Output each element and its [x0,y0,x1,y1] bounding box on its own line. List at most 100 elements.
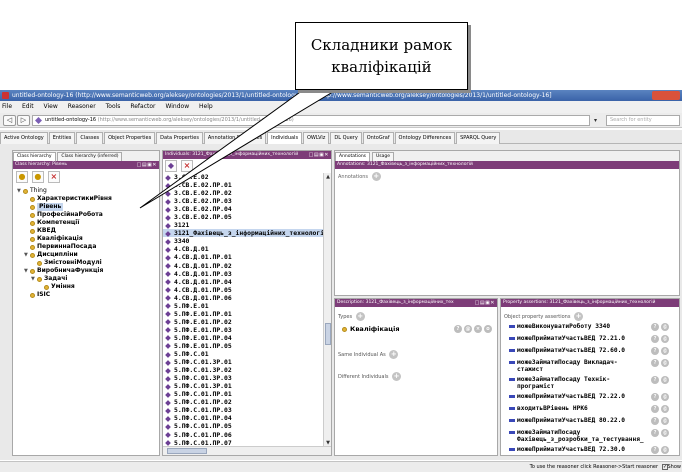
help-icon[interactable]: ? [454,325,462,333]
menu-refactor[interactable]: Refactor [130,103,155,110]
delete-individual-icon[interactable]: × [180,160,193,172]
individual-list-item[interactable]: 5.ПФ.С.01.ЗР.01 [163,382,323,390]
class-tree-item[interactable]: Компетенції [13,219,159,227]
help-icon[interactable]: ? [651,359,659,367]
individual-list-item[interactable]: 3121_Фахівець_з_інформаційних_технологій [163,229,323,238]
class-tree-item[interactable]: ISIC [13,291,159,299]
type-assertion[interactable]: Кваліфікація ? @ × o [341,325,495,334]
individual-list-item[interactable]: 5.ПФ.С.01.ПР.03 [163,406,323,414]
individual-list-item[interactable]: 3340 [163,237,323,245]
add-subclass-icon[interactable]: ● [16,171,28,183]
individual-list-item[interactable]: 5.ПФ.С.01.ПР.06 [163,431,323,439]
tab-usage[interactable]: Usage [371,152,394,161]
object-property-assertion[interactable]: можеЗайматиПосаду Фахівець_з_розробки_та… [509,429,669,443]
individual-list-item[interactable]: 4.СВ.Д.01.ПР.06 [163,294,323,302]
annotate-icon[interactable]: @ [661,323,669,331]
tab-dl-query[interactable]: DL Query [330,132,362,144]
individual-list-item[interactable]: 5.ПФ.С.01.ЗР.02 [163,366,323,374]
individual-list-item[interactable]: 3.СВ.Е.02.ПР.02 [163,189,323,197]
individual-list-item[interactable]: 5.ПФ.Е.01.ПР.03 [163,326,323,334]
individual-list-item[interactable]: 3.СВ.Е.02 [163,173,323,181]
object-property-assertion[interactable]: можеПрийматиУчастьВЕД 72.60.0? @ [509,347,669,355]
individual-list-item[interactable]: 5.ПФ.Е.01.ПР.01 [163,310,323,318]
chevron-down-icon[interactable]: ▾ [594,115,603,126]
tab-owlviz[interactable]: OWLViz [302,132,330,144]
expand-arrow-icon[interactable]: ▼ [31,275,35,283]
delete-class-icon[interactable]: × [47,171,60,183]
individual-list-item[interactable]: 5.ПФ.С.01.ПР.05 [163,422,323,430]
individual-list-item[interactable]: 5.ПФ.Е.01 [163,302,323,310]
menu-help[interactable]: Help [199,103,213,110]
class-tree-item[interactable]: ▼ Задачі [13,275,159,283]
class-tree-item[interactable]: ЗмістовніМодулі [13,259,159,267]
individual-list-item[interactable]: 4.СВ.Д.01.ПР.01 [163,253,323,261]
individual-list-item[interactable]: 5.ПФ.Е.01.ПР.05 [163,342,323,350]
object-property-assertion[interactable]: можеЗайматиПосаду Технік- програміст? @ [509,376,669,390]
individual-list-item[interactable]: 3121 [163,221,323,229]
help-icon[interactable]: ? [651,335,659,343]
add-individual-icon[interactable]: ◆ [165,160,177,172]
add-different-individual-icon[interactable]: + [392,372,402,381]
individual-list-item[interactable]: 3.СВ.Е.02.ПР.03 [163,197,323,205]
tab-annotations[interactable]: Annotations [335,152,371,161]
annotate-icon[interactable]: @ [661,376,669,384]
menu-edit[interactable]: Edit [22,103,34,110]
tab-ontology-differences[interactable]: Ontology Differences [394,132,456,144]
individuals-vscrollbar[interactable]: ▲ ▼ [323,173,331,447]
back-button[interactable]: ◁ [3,115,16,126]
delete-type-icon[interactable]: × [474,325,482,333]
help-icon[interactable]: ? [651,323,659,331]
individual-list-item[interactable]: 3.СВ.Е.02.ПР.01 [163,181,323,189]
class-tree-item[interactable]: Рівень [13,203,159,211]
help-icon[interactable]: ? [651,429,659,437]
menu-tools[interactable]: Tools [106,103,121,110]
individual-list-item[interactable]: 5.ПФ.Е.01.ПР.04 [163,334,323,342]
annotate-icon[interactable]: @ [464,325,472,333]
help-icon[interactable]: ? [651,376,659,384]
class-tree-item[interactable]: ПервиннаПосада [13,243,159,251]
individual-list-item[interactable]: 4.СВ.Д.01.ПР.03 [163,270,323,278]
annotate-icon[interactable]: @ [661,359,669,367]
tab-ontograf[interactable]: OntoGraf [362,132,394,144]
class-tree-item[interactable]: ▼ Thing [13,187,159,195]
individual-list-item[interactable]: 5.ПФ.С.01.ПР.04 [163,414,323,422]
tab-class-hierarchy[interactable]: Class hierarchy [13,152,56,161]
class-tree-item[interactable]: Уміння [13,283,159,291]
individuals-hscrollbar[interactable] [163,446,331,455]
tab-active-ontology[interactable]: Active Ontology [0,132,48,144]
tab-annotation-properties[interactable]: Annotation Properties [203,132,267,144]
menu-reasoner[interactable]: Reasoner [68,103,96,110]
object-property-assertion[interactable]: можеВиконуватиРоботу 3340? @ [509,323,669,331]
view-controls[interactable]: □▤▣✕ [137,162,157,168]
expand-arrow-icon[interactable]: ▼ [24,267,28,275]
annotate-icon[interactable]: @ [661,405,669,413]
view-controls[interactable]: □▤▣✕ [309,152,329,158]
individual-list-item[interactable]: 5.ПФ.С.01 [163,350,323,358]
individual-list-item[interactable]: 4.СВ.Д.01.ПР.05 [163,286,323,294]
menu-file[interactable]: File [2,103,12,110]
individual-list-item[interactable]: 3.СВ.Е.02.ПР.04 [163,205,323,213]
class-tree-item[interactable]: Кваліфікація [13,235,159,243]
tab-sparql-query[interactable]: SPARQL Query [456,132,501,144]
expand-arrow-icon[interactable]: ▼ [17,187,21,195]
annotate-icon[interactable]: @ [661,347,669,355]
individual-list-item[interactable]: 5.ПФ.С.01.ПР.02 [163,398,323,406]
scroll-up-icon[interactable]: ▲ [324,173,332,181]
individual-list-item[interactable]: 5.ПФ.С.01.ЗР.01 [163,358,323,366]
tab-individuals[interactable]: Individuals [267,132,303,144]
expand-arrow-icon[interactable]: ▼ [24,251,28,259]
object-property-assertion[interactable]: входитьВРівень НРК6? @ [509,405,669,413]
menu-window[interactable]: Window [165,103,189,110]
ontology-selector[interactable]: untitled-ontology-16 (http://www.semanti… [32,115,590,126]
individual-list-item[interactable]: 5.ПФ.С.01.ПР.01 [163,390,323,398]
view-controls[interactable]: □▤▣✕ [475,300,495,306]
tab-data-properties[interactable]: Data Properties [156,132,203,144]
add-object-property-icon[interactable]: + [574,312,584,321]
menu-view[interactable]: View [44,103,58,110]
help-icon[interactable]: ? [651,405,659,413]
individual-list-item[interactable]: 4.СВ.Д.01 [163,245,323,253]
annotate-icon[interactable]: @ [661,429,669,437]
class-tree-item[interactable]: ▼ Дисципліни [13,251,159,259]
annotate-icon[interactable]: @ [661,393,669,401]
object-property-assertion[interactable]: можеЗайматиПосаду Викладач- стажист? @ [509,359,669,373]
